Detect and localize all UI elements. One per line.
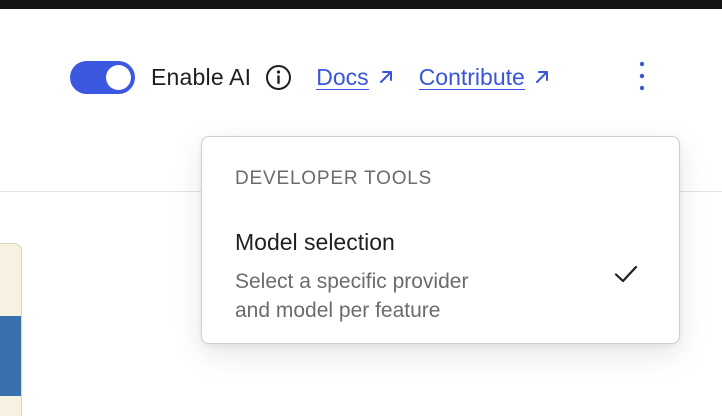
header-toolbar: Enable AI Docs Contribute	[70, 57, 551, 97]
card-image-stripe	[0, 316, 21, 396]
info-icon[interactable]	[265, 64, 292, 91]
menu-item-description-line: and model per feature	[235, 299, 441, 322]
menu-item-description-line: Select a specific provider	[235, 270, 469, 293]
toggle-knob	[106, 64, 131, 90]
check-icon	[613, 261, 639, 287]
menu-item-model-selection[interactable]: Model selection Select a specific provid…	[202, 223, 679, 323]
more-options-button[interactable]	[630, 58, 654, 94]
docs-link[interactable]: Docs	[316, 65, 394, 90]
external-link-icon	[533, 68, 551, 86]
developer-tools-menu: DEVELOPER TOOLS Model selection Select a…	[201, 136, 680, 344]
window-top-bar	[0, 0, 722, 9]
contribute-link-label: Contribute	[418, 63, 525, 90]
menu-item-description: Select a specific provider and model per…	[235, 267, 565, 325]
more-vertical-icon	[638, 60, 646, 92]
menu-section-heading: DEVELOPER TOOLS	[235, 168, 433, 189]
docs-link-label: Docs	[316, 63, 369, 90]
contribute-link[interactable]: Contribute	[418, 63, 551, 90]
enable-ai-label: Enable AI	[151, 63, 252, 90]
menu-item-title: Model selection	[235, 229, 395, 255]
content-card-preview[interactable]	[0, 243, 22, 416]
enable-ai-toggle[interactable]	[70, 60, 135, 94]
external-link-icon	[377, 68, 395, 86]
